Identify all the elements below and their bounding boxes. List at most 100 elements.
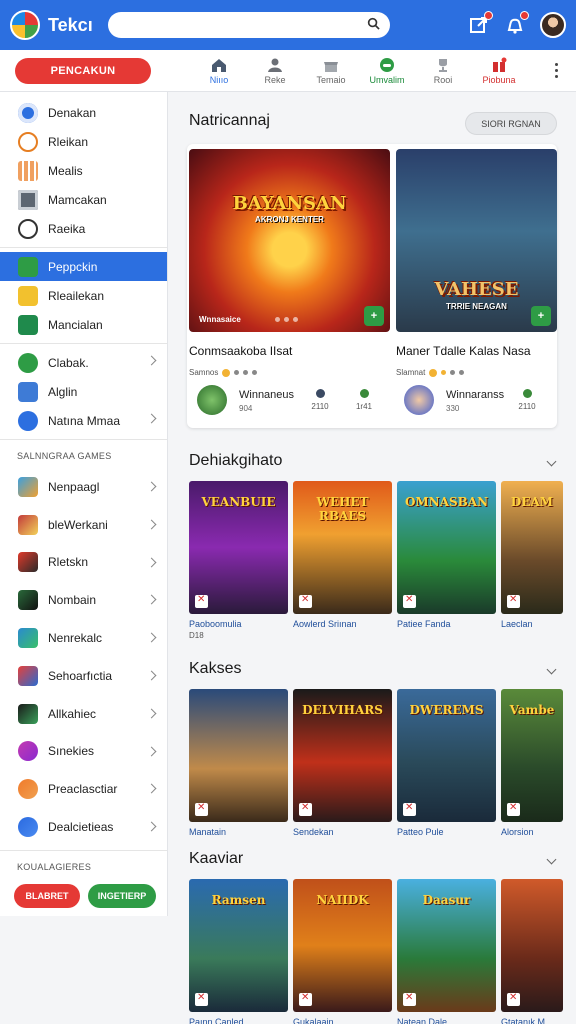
featured-game-name[interactable]: Conmsaakoba IIsat — [189, 344, 390, 358]
publisher-avatar[interactable] — [197, 385, 227, 415]
app-logo[interactable] — [10, 10, 40, 40]
game-tile[interactable]: Manatain — [189, 689, 288, 839]
game-name[interactable]: Natean Dale — [397, 1017, 496, 1024]
sidebar-item[interactable]: Mancialan — [0, 310, 167, 339]
sidebar-game-item[interactable]: Nenrekalc — [0, 619, 167, 657]
game-tile[interactable]: VEANBUIE Paoboomulia D18 — [189, 481, 288, 640]
game-name[interactable]: Patteo Pule — [397, 827, 496, 837]
game-cover[interactable]: Daasur — [397, 879, 496, 1012]
search-bar[interactable] — [108, 12, 390, 38]
tab-trophies[interactable]: Rooi — [415, 57, 471, 85]
tab-friends[interactable]: Reke — [247, 57, 303, 85]
sidebar-game-item[interactable]: Sehoarfıctia — [0, 657, 167, 695]
game-tile[interactable]: DEAM Laeclan — [501, 481, 563, 640]
sidebar-game-item[interactable]: Nombain — [0, 581, 167, 619]
sidebar-item-active[interactable]: Peppckin — [0, 252, 167, 281]
sidebar-item[interactable]: Mealis — [0, 156, 167, 185]
game-cover[interactable]: DWEREMS — [397, 689, 496, 822]
search-input[interactable] — [108, 12, 390, 38]
sidebar-item[interactable]: Rleailekan — [0, 281, 167, 310]
game-name[interactable]: Aowlerd Sriınan — [293, 619, 392, 629]
add-icon[interactable]: + — [364, 306, 384, 326]
sidebar-game-item[interactable]: Preaclasctiar — [0, 770, 167, 808]
remove-icon[interactable] — [403, 802, 416, 816]
game-cover[interactable] — [189, 689, 288, 822]
game-tile[interactable]: Ramsen Paınn Canled — [189, 879, 288, 1024]
remove-icon[interactable] — [299, 594, 312, 608]
remove-icon[interactable] — [403, 594, 416, 608]
sidebar-item[interactable]: Clabak. — [0, 348, 167, 377]
sidebar-item[interactable]: Mamcakan — [0, 185, 167, 214]
game-name[interactable]: Gukalaain — [293, 1017, 392, 1024]
tab-games[interactable]: Umvalim — [359, 57, 415, 85]
game-tile[interactable]: Vambe Alorsion — [501, 689, 563, 839]
sidebar-item[interactable]: Denakan — [0, 98, 167, 127]
game-name[interactable]: Paınn Canled — [189, 1017, 288, 1024]
game-tile[interactable]: NAIIDK Gukalaain — [293, 879, 392, 1024]
game-tile[interactable]: DELVIHARS Sendekan — [293, 689, 392, 839]
tab-store[interactable]: Temaio — [303, 57, 359, 85]
game-cover[interactable]: Ramsen — [189, 879, 288, 1012]
sidebar-item[interactable]: Alglin — [0, 377, 167, 406]
game-cover[interactable]: Vambe — [501, 689, 563, 822]
featured-card[interactable]: VAHESE TRRIE NEAGAN + Maner Tdalle Kalas… — [396, 149, 557, 424]
sidebar-red-button[interactable]: BLABRET — [14, 884, 80, 908]
featured-action-button[interactable]: SIORI RGNAN — [465, 112, 557, 135]
tab-home[interactable]: Niııo — [191, 57, 247, 85]
remove-icon[interactable] — [195, 992, 208, 1006]
game-name[interactable]: Sendekan — [293, 827, 392, 837]
game-cover[interactable]: WEHET RBAES — [293, 481, 392, 614]
sidebar-game-item[interactable]: bleWerkani — [0, 506, 167, 544]
carousel-dots[interactable] — [275, 317, 298, 322]
game-tile[interactable]: Daasur Natean Dale — [397, 879, 496, 1024]
game-cover[interactable]: DELVIHARS — [293, 689, 392, 822]
more-options-icon[interactable] — [555, 63, 558, 78]
remove-icon[interactable] — [195, 594, 208, 608]
share-icon[interactable] — [468, 11, 493, 36]
sidebar-item[interactable]: Natına Mmaa — [0, 406, 167, 435]
game-tile[interactable]: OMNASBAN Patiee Fanda — [397, 481, 496, 640]
sidebar-green-button[interactable]: INGETIERP — [88, 884, 156, 908]
primary-action-button[interactable]: PENCAKUN — [15, 57, 151, 84]
add-icon[interactable]: + — [531, 306, 551, 326]
remove-icon[interactable] — [507, 992, 520, 1006]
sidebar-game-item[interactable]: Sınekies — [0, 733, 167, 771]
game-name[interactable]: Patiee Fanda — [397, 619, 496, 629]
remove-icon[interactable] — [507, 594, 520, 608]
sidebar-game-item[interactable]: Nenpaagl — [0, 468, 167, 506]
chevron-down-icon[interactable] — [546, 456, 557, 467]
featured-game-name[interactable]: Maner Tdalle Kalas Nasa — [396, 344, 557, 358]
sidebar-item[interactable]: Raeika — [0, 214, 167, 243]
featured-game-art[interactable]: BAYANSAN AKRONJ KENTER Wnnasaice + — [189, 149, 390, 332]
tab-gifts[interactable]: Piobuna — [471, 57, 527, 85]
remove-icon[interactable] — [507, 802, 520, 816]
sidebar-item[interactable]: Rleikan — [0, 127, 167, 156]
game-cover[interactable] — [501, 879, 563, 1012]
user-avatar[interactable] — [540, 12, 566, 38]
chevron-down-icon[interactable] — [546, 854, 557, 865]
chevron-down-icon[interactable] — [546, 664, 557, 675]
remove-icon[interactable] — [195, 802, 208, 816]
game-cover[interactable]: NAIIDK — [293, 879, 392, 1012]
remove-icon[interactable] — [299, 992, 312, 1006]
game-cover[interactable]: OMNASBAN — [397, 481, 496, 614]
featured-card[interactable]: BAYANSAN AKRONJ KENTER Wnnasaice + Conms… — [189, 149, 390, 424]
sidebar-game-item[interactable]: Dealcietieas — [0, 808, 167, 846]
sidebar-game-item[interactable]: Allkahiec — [0, 695, 167, 733]
game-name[interactable]: Paoboomulia — [189, 619, 288, 629]
game-tile[interactable]: WEHET RBAES Aowlerd Sriınan — [293, 481, 392, 640]
search-icon[interactable] — [367, 17, 380, 30]
remove-icon[interactable] — [299, 802, 312, 816]
bell-icon[interactable] — [504, 11, 529, 36]
featured-game-art[interactable]: VAHESE TRRIE NEAGAN + — [396, 149, 557, 332]
game-cover[interactable]: VEANBUIE — [189, 481, 288, 614]
game-name[interactable]: Alorsion — [501, 827, 563, 837]
game-tile[interactable]: Gtatanık M — [501, 879, 563, 1024]
game-name[interactable]: Laeclan — [501, 619, 563, 629]
game-tile[interactable]: DWEREMS Patteo Pule — [397, 689, 496, 839]
remove-icon[interactable] — [403, 992, 416, 1006]
sidebar-game-item[interactable]: Rletskn — [0, 544, 167, 582]
game-name[interactable]: Manatain — [189, 827, 288, 837]
publisher-avatar[interactable] — [404, 385, 434, 415]
game-cover[interactable]: DEAM — [501, 481, 563, 614]
